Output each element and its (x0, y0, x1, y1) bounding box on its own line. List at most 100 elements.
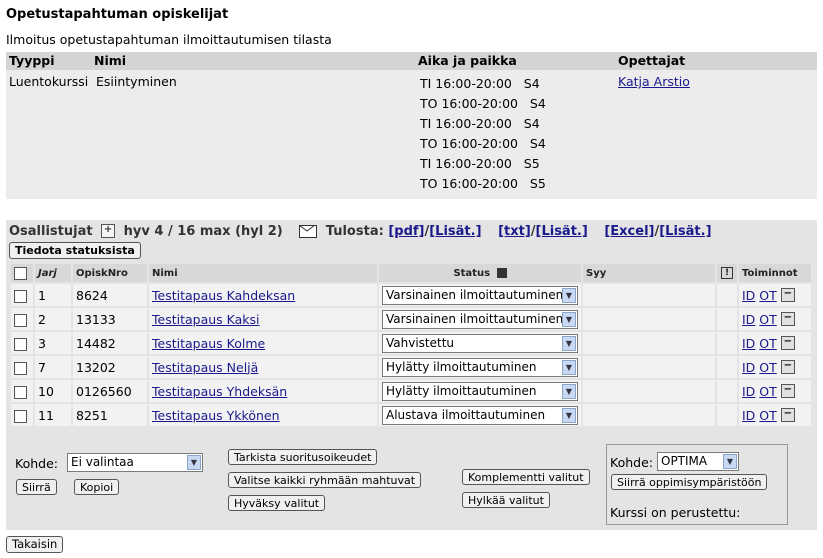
schedule-item: TO 16:00-20:00 S4 (420, 136, 546, 151)
id-link[interactable]: ID (742, 336, 755, 351)
move-to-learning-env-button[interactable]: Siirrä oppimisympäristöön (611, 474, 768, 490)
select-all-fitting-button[interactable]: Valitse kaikki ryhmään mahtuvat (228, 472, 422, 488)
student-name-link[interactable]: Testitapaus Kolme (152, 336, 265, 351)
student-name-link[interactable]: Testitapaus Kaksi (152, 312, 260, 327)
kohde2-label: Kohde: (610, 455, 653, 470)
row-flag (717, 380, 737, 402)
select-all-checkbox[interactable] (14, 266, 27, 280)
row-number: 13133 (73, 308, 147, 330)
row-reason (583, 404, 715, 426)
col-number: OpiskNro (73, 264, 147, 282)
envelope-icon[interactable] (299, 225, 318, 238)
student-name-link[interactable]: Testitapaus Yhdeksän (152, 384, 287, 399)
row-number: 8251 (73, 404, 147, 426)
student-name-link[interactable]: Testitapaus Kahdeksan (152, 288, 295, 303)
id-link[interactable]: ID (742, 288, 755, 303)
status-select-value: Varsinainen ilmoittautuminen (386, 287, 564, 302)
remove-icon[interactable]: − (780, 407, 795, 422)
id-link[interactable]: ID (742, 312, 755, 327)
remove-icon[interactable]: − (780, 383, 795, 398)
kohde2-select-value: OPTIMA (661, 454, 708, 468)
row-number: 13202 (73, 356, 147, 378)
student-name-link[interactable]: Testitapaus Ykkönen (152, 408, 280, 423)
learning-env-panel: Kohde: OPTIMA ▼ Siirrä oppimisympäristöö… (606, 444, 788, 525)
ot-link[interactable]: OT (759, 360, 776, 375)
chevron-down-icon: ▼ (562, 407, 576, 423)
status-select[interactable]: Varsinainen ilmoittautuminen ▼ (382, 285, 578, 305)
save-icon[interactable] (496, 267, 507, 278)
participants-bar: Osallistujat + hyv 4 / 16 max (hyl 2) Tu… (9, 224, 712, 239)
table-row: 7 13202 Testitapaus Neljä Hylätty ilmoittau… (11, 356, 811, 378)
ot-link[interactable]: OT (759, 384, 776, 399)
row-checkbox[interactable] (14, 289, 27, 303)
check-rights-button[interactable]: Tarkista suoritusoikeudet (228, 449, 378, 465)
id-link[interactable]: ID (742, 408, 755, 423)
copy-button[interactable]: Kopioi (74, 479, 120, 495)
ot-link[interactable]: OT (759, 288, 776, 303)
col-name: Nimi (149, 264, 377, 282)
print-pdf-more-link[interactable]: [Lisät.] (429, 224, 481, 239)
remove-icon[interactable]: − (780, 287, 795, 302)
kohde-label: Kohde: (15, 456, 58, 471)
participant-counts: hyv 4 / 16 max (hyl 2) (123, 224, 283, 239)
status-select[interactable]: Varsinainen ilmoittautuminen ▼ (382, 309, 578, 329)
id-link[interactable]: ID (742, 384, 755, 399)
print-label: Tulosta: (325, 224, 384, 239)
remove-icon[interactable]: − (780, 335, 795, 350)
status-select[interactable]: Hylätty ilmoittautuminen ▼ (382, 357, 578, 377)
reject-selected-button[interactable]: Hylkää valitut (462, 492, 550, 508)
complement-selected-button[interactable]: Komplementti valitut (462, 469, 590, 485)
row-reason (583, 356, 715, 378)
col-time-header: Aika ja paikka (418, 53, 517, 68)
page-title: Opetustapahtuman opiskelijat (6, 7, 229, 22)
table-row: 11 8251 Testitapaus Ykkönen Alustava ilmoit… (11, 404, 811, 426)
chevron-down-icon: ▼ (562, 383, 576, 399)
status-select[interactable]: Alustava ilmoittautuminen ▼ (382, 405, 578, 425)
row-flag (717, 356, 737, 378)
row-checkbox[interactable] (14, 313, 27, 327)
event-info-header: Tyyppi Nimi Aika ja paikka Opettajat (6, 52, 817, 70)
kohde-select-value: Ei valintaa (71, 455, 134, 469)
move-button[interactable]: Siirrä (16, 479, 57, 495)
ot-link[interactable]: OT (759, 312, 776, 327)
accept-selected-button[interactable]: Hyväksy valitut (228, 495, 326, 511)
row-reason (583, 308, 715, 330)
remove-icon[interactable]: − (780, 359, 795, 374)
student-name-link[interactable]: Testitapaus Neljä (152, 360, 258, 375)
kohde2-select[interactable]: OPTIMA ▼ (657, 452, 739, 471)
col-actions: Toiminnot (739, 264, 811, 282)
status-select[interactable]: Hylätty ilmoittautuminen ▼ (382, 381, 578, 401)
row-checkbox[interactable] (14, 337, 27, 351)
row-number: 0126560 (73, 380, 147, 402)
kohde-select[interactable]: Ei valintaa ▼ (67, 453, 203, 472)
print-txt-more-link[interactable]: [Lisät.] (536, 224, 588, 239)
chevron-down-icon: ▼ (562, 359, 576, 375)
add-participant-icon[interactable]: + (101, 224, 116, 238)
back-button[interactable]: Takaisin (6, 536, 64, 553)
id-link[interactable]: ID (742, 360, 755, 375)
ot-link[interactable]: OT (759, 408, 776, 423)
row-reason (583, 284, 715, 306)
col-order: Jarj (35, 264, 71, 282)
print-txt-link[interactable]: [txt] (498, 224, 531, 239)
status-select-value: Alustava ilmoittautuminen (386, 407, 546, 422)
schedule-list: TI 16:00-20:00 S4 TO 16:00-20:00 S4 TI 1… (420, 74, 546, 194)
ot-link[interactable]: OT (759, 336, 776, 351)
table-row: 1 8624 Testitapaus Kahdeksan Varsinainen il… (11, 284, 811, 306)
status-select[interactable]: Vahvistettu ▼ (382, 333, 578, 353)
row-checkbox[interactable] (14, 385, 27, 399)
remove-icon[interactable]: − (780, 311, 795, 326)
notify-status-button[interactable]: Tiedota statuksista (9, 242, 141, 259)
row-order: 1 (35, 284, 71, 306)
status-select-value: Varsinainen ilmoittautuminen (386, 311, 564, 326)
print-pdf-link[interactable]: [pdf] (388, 224, 424, 239)
teacher-link[interactable]: Katja Arstio (618, 74, 690, 89)
event-name: Esiintyminen (96, 74, 177, 89)
row-order: 11 (35, 404, 71, 426)
print-excel-link[interactable]: [Excel] (604, 224, 654, 239)
row-checkbox[interactable] (14, 361, 27, 375)
row-checkbox[interactable] (14, 409, 27, 423)
row-number: 8624 (73, 284, 147, 306)
col-reason: Syy (583, 264, 715, 282)
print-excel-more-link[interactable]: [Lisät.] (659, 224, 711, 239)
